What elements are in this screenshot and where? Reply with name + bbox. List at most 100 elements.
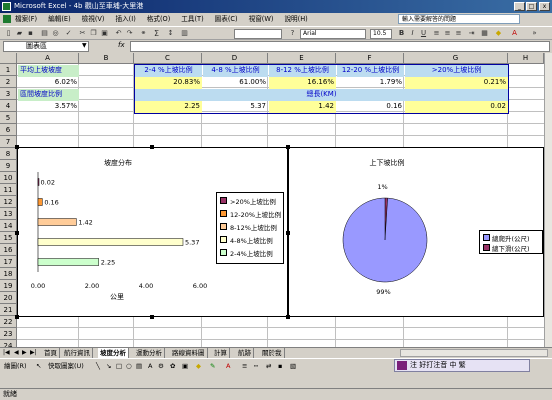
chart-resize-handle[interactable] <box>286 231 290 235</box>
next-sheet-icon[interactable]: ▶ <box>22 349 27 356</box>
draw-menu-button[interactable]: 繪圖(R) <box>4 362 27 371</box>
paste-icon[interactable]: ▣ <box>100 29 109 38</box>
cell-f1[interactable]: 12-20 %上坡比例 <box>337 65 404 77</box>
cell-a3[interactable]: 區間坡度比例 <box>18 89 79 101</box>
menu-chart[interactable]: 圖表(C) <box>215 13 238 26</box>
new-icon[interactable]: ▯ <box>4 29 13 38</box>
name-box[interactable]: 圖表區 <box>3 41 89 52</box>
toolbar-options-icon[interactable]: » <box>530 29 539 38</box>
row-header-12[interactable]: 12 <box>0 196 17 208</box>
bar[interactable] <box>37 178 40 186</box>
fill-color-icon[interactable]: ◆ <box>494 29 503 38</box>
cell-e4[interactable]: 1.42 <box>269 101 336 113</box>
sheet-tab-slope-analysis[interactable]: 坡度分析 <box>98 348 129 358</box>
row-header-23[interactable]: 23 <box>0 328 17 340</box>
chart-wizard-icon[interactable]: ▥ <box>180 29 189 38</box>
cell-f4[interactable]: 0.16 <box>337 101 404 113</box>
row-header-19[interactable]: 19 <box>0 280 17 292</box>
cell-a4[interactable]: 3.57% <box>18 101 79 113</box>
row-header-20[interactable]: 20 <box>0 292 17 304</box>
menu-format[interactable]: 格式(O) <box>147 13 171 26</box>
line-style-icon[interactable]: ≡ <box>242 362 247 371</box>
menu-window[interactable]: 視窗(W) <box>249 13 274 26</box>
chart-resize-handle[interactable] <box>15 145 19 149</box>
sheet-tab-about[interactable]: 關於我 <box>260 348 285 358</box>
select-objects-icon[interactable]: ↖ <box>36 362 41 371</box>
pie-slice[interactable] <box>342 197 428 283</box>
sheet-tab-route-info[interactable]: 航行資訊 <box>62 348 93 358</box>
sheet-tab-calc[interactable]: 計算 <box>212 348 230 358</box>
3d-icon[interactable]: ▧ <box>290 362 296 371</box>
bar[interactable] <box>37 198 43 206</box>
save-icon[interactable]: ▪ <box>26 29 35 38</box>
textbox-icon[interactable]: ▤ <box>136 362 142 371</box>
align-center-icon[interactable]: ≡ <box>443 29 452 38</box>
column-header-d[interactable]: D <box>202 53 268 64</box>
select-all-corner[interactable] <box>0 53 17 64</box>
cell-c4[interactable]: 2.25 <box>135 101 202 113</box>
font-color-icon[interactable]: A <box>510 29 519 38</box>
row-header-11[interactable]: 11 <box>0 184 17 196</box>
formula-input[interactable] <box>130 41 550 52</box>
row-header-16[interactable]: 16 <box>0 244 17 256</box>
draw-fill-color-icon[interactable]: ◆ <box>196 362 201 371</box>
chart-resize-handle[interactable] <box>15 315 19 319</box>
last-sheet-icon[interactable]: ▶| <box>30 349 37 356</box>
cell-a1[interactable]: 平均上坡坡度 <box>18 65 79 77</box>
borders-icon[interactable]: ▦ <box>480 29 489 38</box>
font-size-select[interactable]: 10.5 <box>370 29 392 39</box>
autoshapes-button[interactable]: 快取圖案(U) <box>48 362 84 371</box>
column-header-c[interactable]: C <box>134 53 202 64</box>
minimize-button[interactable]: _ <box>514 2 525 11</box>
cell-e2[interactable]: 16.16% <box>269 77 336 89</box>
worksheet-grid[interactable]: A B C D E F G H 1 2 3 4 5 6 7 8 9 10 11 12 13 14 15 16 1… <box>0 53 544 347</box>
arrow-icon[interactable]: ↘ <box>106 362 111 371</box>
cell-a2[interactable]: 6.02% <box>18 77 79 89</box>
menu-tools[interactable]: 工具(T) <box>181 13 203 26</box>
rectangle-icon[interactable]: □ <box>116 362 122 371</box>
underline-button[interactable]: U <box>419 29 428 38</box>
ime-toolbar[interactable]: 注 好打注音 中 繁 <box>394 359 530 372</box>
line-color-icon[interactable]: ✎ <box>210 362 215 371</box>
row-header-5[interactable]: 5 <box>0 112 17 124</box>
cell-d1[interactable]: 4-8 %上坡比例 <box>203 65 268 77</box>
row-header-17[interactable]: 17 <box>0 256 17 268</box>
menu-view[interactable]: 檢視(V) <box>82 13 105 26</box>
align-left-icon[interactable]: ≡ <box>432 29 441 38</box>
row-header-18[interactable]: 18 <box>0 268 17 280</box>
prev-sheet-icon[interactable]: ◀ <box>14 349 19 356</box>
row-header-8[interactable]: 8 <box>0 148 17 160</box>
chart-resize-handle[interactable] <box>286 315 290 319</box>
column-header-h[interactable]: H <box>508 53 544 64</box>
insert-function-icon[interactable]: fx <box>118 41 125 49</box>
first-sheet-icon[interactable]: |◀ <box>3 349 10 356</box>
vertical-scrollbar[interactable] <box>544 53 552 347</box>
row-header-10[interactable]: 10 <box>0 172 17 184</box>
chart-resize-handle[interactable] <box>286 145 290 149</box>
chart-resize-handle[interactable] <box>15 231 19 235</box>
italic-button[interactable]: I <box>408 29 417 38</box>
font-name-select[interactable]: Arial <box>300 29 366 39</box>
row-header-9[interactable]: 9 <box>0 160 17 172</box>
row-header-6[interactable]: 6 <box>0 124 17 136</box>
column-header-g[interactable]: G <box>404 53 508 64</box>
horizontal-scrollbar[interactable] <box>400 349 548 357</box>
cell-c3-merged[interactable]: 總長(KM) <box>135 89 508 101</box>
cell-e1[interactable]: 8-12 %上坡比例 <box>269 65 336 77</box>
chart-resize-handle[interactable] <box>150 145 154 149</box>
cell-g2[interactable]: 0.21% <box>405 77 508 89</box>
cell-d4[interactable]: 5.37 <box>203 101 268 113</box>
bar[interactable] <box>37 258 99 266</box>
oval-icon[interactable]: ○ <box>126 362 132 371</box>
indent-icon[interactable]: ⇥ <box>467 29 476 38</box>
close-button[interactable]: x <box>539 2 550 11</box>
bar[interactable] <box>37 238 184 246</box>
restore-button[interactable]: □ <box>526 2 537 11</box>
zoom-select[interactable] <box>234 29 282 39</box>
arrow-style-icon[interactable]: ⇄ <box>266 362 271 371</box>
pie-chart-area[interactable]: 上下坡比例 1% 99% 總爬升(公尺) 總下滑(公尺) <box>288 147 544 317</box>
sheet-tab-exercise-analysis[interactable]: 運動分析 <box>134 348 165 358</box>
cut-icon[interactable]: ✂ <box>78 29 87 38</box>
row-header-1[interactable]: 1 <box>0 64 17 76</box>
row-header-13[interactable]: 13 <box>0 208 17 220</box>
